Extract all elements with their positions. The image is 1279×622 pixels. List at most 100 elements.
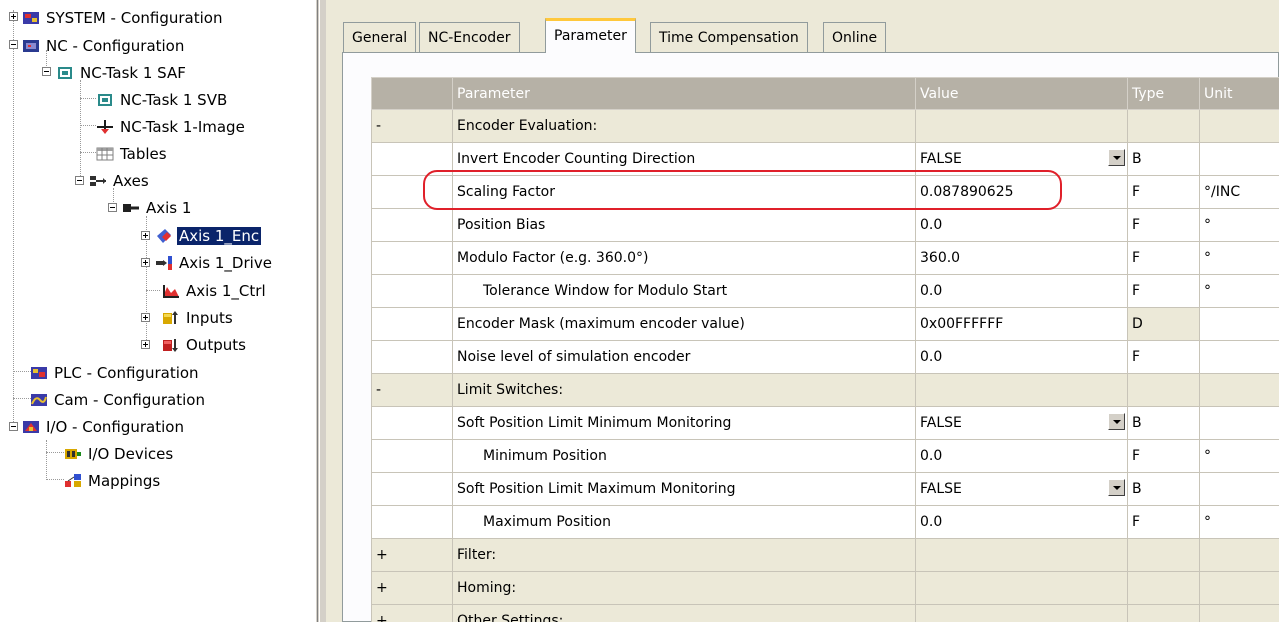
param-value-cell[interactable]: FALSE xyxy=(915,142,1128,176)
param-type: B xyxy=(1127,406,1200,440)
tab-online[interactable]: Online xyxy=(823,22,887,52)
group-toggle[interactable]: + xyxy=(371,604,453,622)
tab-general[interactable]: General xyxy=(343,22,417,52)
param-value[interactable]: FALSE xyxy=(920,481,962,497)
tree-item-axis-1-ctrl[interactable]: Axis 1_Ctrl xyxy=(162,278,268,302)
row-toggle xyxy=(371,307,453,341)
column-header-parameter[interactable]: Parameter xyxy=(452,77,916,110)
collapse-io-icon[interactable] xyxy=(9,422,18,431)
tab-time-compensation[interactable]: Time Compensation xyxy=(650,22,808,52)
tree-item-nc-task-image[interactable]: NC-Task 1-Image xyxy=(96,114,247,138)
param-unit xyxy=(1199,538,1279,572)
param-value[interactable]: 360.0 xyxy=(915,241,1128,275)
tree-item-nc-task-saf[interactable]: NC-Task 1 SAF xyxy=(56,60,188,84)
group-toggle[interactable]: - xyxy=(371,373,453,407)
param-value-cell[interactable]: FALSE xyxy=(915,472,1128,506)
group-toggle[interactable]: + xyxy=(371,538,453,572)
collapse-nc-icon[interactable] xyxy=(9,40,18,49)
group-toggle[interactable]: - xyxy=(371,109,453,143)
collapse-axis1-icon[interactable] xyxy=(108,203,117,212)
param-name: Soft Position Limit Minimum Monitoring xyxy=(452,406,916,440)
expand-drive-icon[interactable] xyxy=(141,258,150,267)
table-row[interactable]: Invert Encoder Counting Direction FALSE … xyxy=(371,142,1279,176)
table-row[interactable]: Position Bias 0.0 F ° xyxy=(371,208,1279,242)
tree-item-inputs[interactable]: Inputs xyxy=(162,305,235,329)
expand-system-icon[interactable] xyxy=(9,12,18,21)
table-row[interactable]: - Encoder Evaluation: xyxy=(371,109,1279,143)
encoder-icon xyxy=(155,227,173,243)
tree-item-plc-configuration[interactable]: PLC - Configuration xyxy=(30,360,201,384)
expand-inputs-icon[interactable] xyxy=(141,313,150,322)
tree-item-label: I/O - Configuration xyxy=(46,417,184,436)
table-row[interactable]: Noise level of simulation encoder 0.0 F xyxy=(371,340,1279,374)
tab-content: Parameter Value Type Unit - Encoder Eval… xyxy=(342,52,1279,622)
tree-item-label: Axes xyxy=(113,171,149,190)
param-unit xyxy=(1199,307,1279,341)
dropdown-arrow-icon[interactable] xyxy=(1108,149,1125,166)
param-value[interactable]: 0.087890625 xyxy=(915,175,1128,209)
row-toggle xyxy=(371,505,453,539)
table-row[interactable]: Encoder Mask (maximum encoder value) 0x0… xyxy=(371,307,1279,341)
group-toggle[interactable]: + xyxy=(371,571,453,605)
param-value xyxy=(915,109,1128,143)
table-row[interactable]: Scaling Factor 0.087890625 F °/INC xyxy=(371,175,1279,209)
table-row[interactable]: Maximum Position 0.0 F ° xyxy=(371,505,1279,539)
tree-item-cam-configuration[interactable]: Cam - Configuration xyxy=(30,387,207,411)
dropdown-arrow-icon[interactable] xyxy=(1108,413,1125,430)
tree-item-tables[interactable]: Tables xyxy=(96,141,169,165)
column-header-unit[interactable]: Unit xyxy=(1199,77,1279,110)
tree-item-system[interactable]: SYSTEM - Configuration xyxy=(22,5,224,29)
param-value[interactable]: 0.0 xyxy=(915,505,1128,539)
tree-item-io-configuration[interactable]: I/O - Configuration xyxy=(22,414,186,438)
table-row[interactable]: Soft Position Limit Maximum Monitoring F… xyxy=(371,472,1279,506)
table-icon xyxy=(96,145,114,161)
tree-item-io-devices[interactable]: I/O Devices xyxy=(64,441,175,465)
expand-outputs-icon[interactable] xyxy=(141,340,150,349)
param-value[interactable]: 0.0 xyxy=(915,340,1128,374)
tree-item-outputs[interactable]: Outputs xyxy=(162,332,248,356)
param-value[interactable]: 0.0 xyxy=(915,274,1128,308)
pane-splitter[interactable] xyxy=(316,0,326,622)
column-header-value[interactable]: Value xyxy=(915,77,1128,110)
tab-nc-encoder[interactable]: NC-Encoder xyxy=(419,22,520,52)
table-row[interactable]: + Homing: xyxy=(371,571,1279,605)
param-value-cell[interactable]: FALSE xyxy=(915,406,1128,440)
collapse-task-icon[interactable] xyxy=(42,67,51,76)
tree-item-label: Inputs xyxy=(186,308,233,327)
tree-item-axis-1-enc[interactable]: Axis 1_Enc xyxy=(155,223,262,247)
tree-item-axes[interactable]: Axes xyxy=(89,168,151,192)
table-row[interactable]: - Limit Switches: xyxy=(371,373,1279,407)
param-value xyxy=(915,373,1128,407)
expand-enc-icon[interactable] xyxy=(141,231,150,240)
table-row[interactable]: Minimum Position 0.0 F ° xyxy=(371,439,1279,473)
column-header-type[interactable]: Type xyxy=(1127,77,1200,110)
tree-item-label: Outputs xyxy=(186,335,246,354)
configuration-tree[interactable]: SYSTEM - Configuration NC - Configuratio… xyxy=(0,0,316,622)
param-name: Invert Encoder Counting Direction xyxy=(452,142,916,176)
tree-item-label: SYSTEM - Configuration xyxy=(46,8,223,27)
param-value[interactable]: 0.0 xyxy=(915,439,1128,473)
image-icon xyxy=(96,118,114,134)
tree-item-axis-1-drive[interactable]: Axis 1_Drive xyxy=(155,250,274,274)
table-row[interactable]: + Other Settings: xyxy=(371,604,1279,622)
tree-item-nc-task-svb[interactable]: NC-Task 1 SVB xyxy=(96,87,229,111)
row-toggle xyxy=(371,208,453,242)
param-value[interactable]: 0.0 xyxy=(915,208,1128,242)
tree-item-axis-1[interactable]: Axis 1 xyxy=(122,195,193,219)
param-name: Position Bias xyxy=(452,208,916,242)
tab-parameter[interactable]: Parameter xyxy=(545,18,636,53)
param-value[interactable]: FALSE xyxy=(920,151,962,167)
tree-item-nc-configuration[interactable]: NC - Configuration xyxy=(22,33,186,57)
column-header-toggle[interactable] xyxy=(371,77,453,110)
table-row[interactable]: + Filter: xyxy=(371,538,1279,572)
param-type xyxy=(1127,373,1200,407)
param-value[interactable]: 0x00FFFFFF xyxy=(915,307,1128,341)
param-unit xyxy=(1199,406,1279,440)
table-row[interactable]: Modulo Factor (e.g. 360.0°) 360.0 F ° xyxy=(371,241,1279,275)
param-value[interactable]: FALSE xyxy=(920,415,962,431)
table-row[interactable]: Soft Position Limit Minimum Monitoring F… xyxy=(371,406,1279,440)
tree-item-mappings[interactable]: Mappings xyxy=(64,468,162,492)
dropdown-arrow-icon[interactable] xyxy=(1108,479,1125,496)
collapse-axes-icon[interactable] xyxy=(75,176,84,185)
table-row[interactable]: Tolerance Window for Modulo Start 0.0 F … xyxy=(371,274,1279,308)
